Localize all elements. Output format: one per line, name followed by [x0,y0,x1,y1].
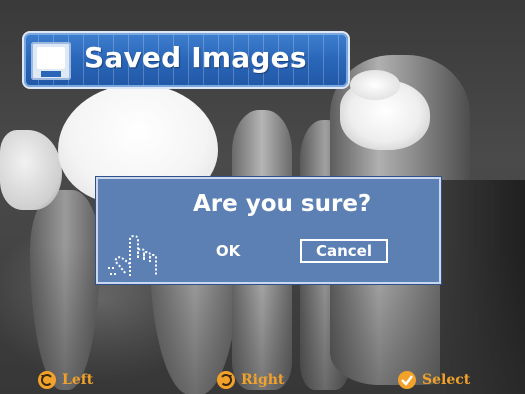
rotate-left-icon [38,371,56,389]
cancel-button[interactable]: Cancel [300,239,388,263]
dialog-question: Are you sure? [193,191,372,217]
checkmark-icon [398,371,416,389]
rotate-left-label: Left [62,372,94,388]
page-title: Saved Images [84,41,307,74]
floppy-disk-icon [31,42,71,80]
confirm-dialog: Are you sure? OK Cancel [96,177,441,284]
rotate-left-control[interactable]: Left [38,368,93,392]
rotate-right-icon [217,371,235,389]
pointing-hand-icon [108,234,157,276]
screen: Saved Images Are you sure? OK Cancel Lef… [0,0,525,394]
tooth-crown [0,130,62,210]
tooth-crown-filling [350,70,400,100]
select-label: Select [422,372,471,388]
select-control[interactable]: Select [398,368,470,392]
rotate-right-control[interactable]: Right [217,368,284,392]
footer-controls: Left Right Select [0,360,525,394]
ok-button[interactable]: OK [206,239,250,263]
rotate-right-label: Right [241,372,285,388]
saved-images-header: Saved Images [22,31,350,89]
